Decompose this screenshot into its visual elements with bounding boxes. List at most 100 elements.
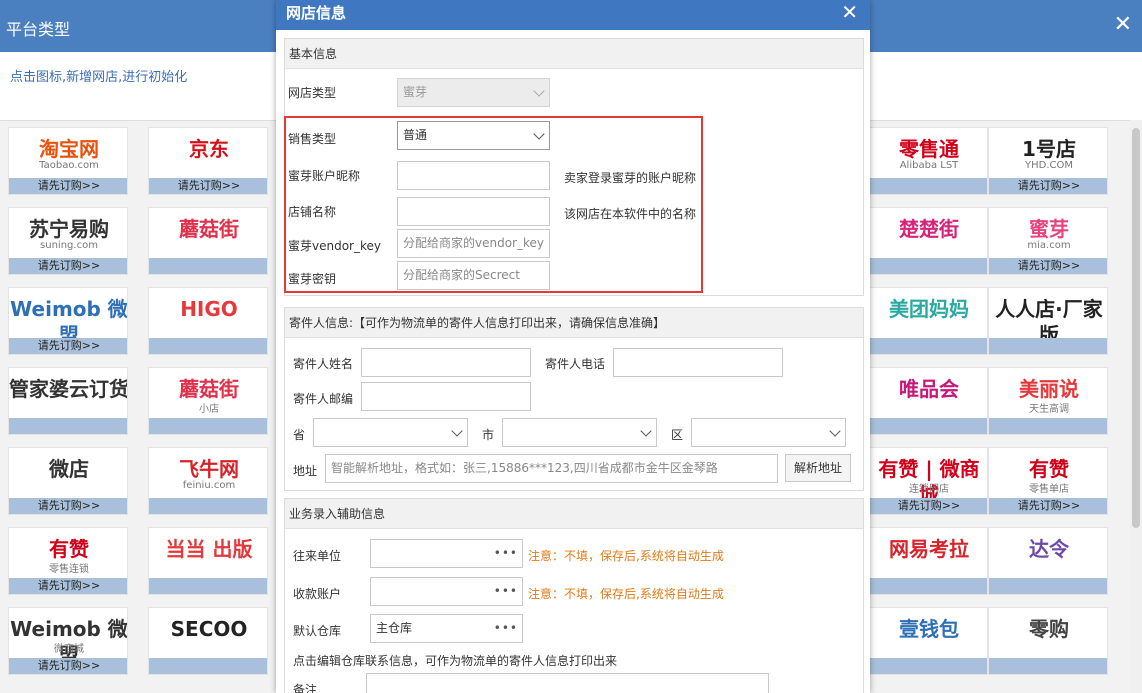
platform-tile-meituanmama[interactable]: 美团妈妈	[868, 287, 988, 355]
platform-logo: 达令	[1029, 537, 1069, 561]
scrollbar-thumb[interactable]	[1132, 128, 1140, 528]
order-first-bar[interactable]: 请先订购>>	[9, 258, 127, 274]
platform-tile-feiniu[interactable]: 飞牛网 feiniu.com	[148, 447, 268, 515]
platform-subtitle: Taobao.com	[39, 160, 99, 171]
order-first-bar[interactable]: 请先订购>>	[9, 498, 127, 514]
parse-address-button[interactable]: 解析地址	[785, 454, 851, 482]
order-first-bar[interactable]	[989, 338, 1107, 354]
sender-phone-input[interactable]	[613, 348, 783, 377]
platform-tile-dangdang[interactable]: 当当 出版	[148, 527, 268, 595]
platform-tile-vip[interactable]: 唯品会	[868, 367, 988, 435]
platform-tile-weimob[interactable]: Weimob 微盟 请先订购>>	[8, 287, 128, 355]
platform-tile-alibaba-lst[interactable]: 零售通 Alibaba LST	[868, 127, 988, 195]
platform-logo: 网易考拉	[889, 537, 969, 561]
platform-tile-weidian[interactable]: 微店 请先订购>>	[8, 447, 128, 515]
order-first-bar[interactable]: 请先订购>>	[9, 338, 127, 354]
order-first-bar[interactable]	[989, 578, 1107, 594]
order-first-bar[interactable]: 请先订购>>	[989, 258, 1107, 274]
order-first-bar[interactable]	[149, 258, 267, 274]
platform-tile-renrendian[interactable]: 人人店·厂家版	[988, 287, 1108, 355]
platform-tile-youzan-retail-chain[interactable]: 有赞 零售连锁 请先订购>>	[8, 527, 128, 595]
platform-subtitle: 零售单店	[1029, 484, 1069, 495]
receipt-account-input[interactable]: •••	[370, 577, 523, 606]
platform-tile-weimob-weishangcheng[interactable]: Weimob 微盟 微商城 请先订购>>	[8, 607, 128, 675]
sender-zip-input[interactable]	[361, 382, 531, 411]
order-first-bar[interactable]	[869, 338, 987, 354]
platform-close-icon[interactable]: ✕	[1114, 14, 1132, 36]
order-first-bar[interactable]: 请先订购>>	[989, 498, 1107, 514]
platform-tile-suning[interactable]: 苏宁易购 suning.com 请先订购>>	[8, 207, 128, 275]
platform-logo: 有赞	[1029, 457, 1069, 481]
order-first-bar[interactable]	[9, 418, 127, 434]
warehouse-note[interactable]: 点击编辑仓库联系信息，可作为物流单的寄件人信息打印出来	[293, 652, 617, 669]
partner-input[interactable]: •••	[370, 539, 523, 568]
platform-scrollbar[interactable]	[1130, 120, 1142, 693]
platform-subtitle: YHD.COM	[1025, 160, 1073, 171]
platform-tile-mogujie-xiaodian[interactable]: 蘑菇街 小店	[148, 367, 268, 435]
order-first-bar[interactable]	[869, 658, 987, 674]
platform-logo: 美丽说	[1019, 377, 1079, 401]
platform-tile-wangyi-kaola[interactable]: 网易考拉	[868, 527, 988, 595]
platform-tile-guanjiapo[interactable]: 管家婆云订货	[8, 367, 128, 435]
order-first-bar[interactable]: 请先订购>>	[9, 658, 127, 674]
order-first-bar[interactable]: 请先订购>>	[989, 178, 1107, 194]
sender-name-input[interactable]	[361, 348, 531, 377]
platform-tile-yhd[interactable]: 1号店 YHD.COM 请先订购>>	[988, 127, 1108, 195]
platform-tile-chuchujie[interactable]: 楚楚街	[868, 207, 988, 275]
more-dots-icon[interactable]: •••	[494, 615, 518, 642]
warehouse-input[interactable]: 主仓库 •••	[370, 614, 523, 643]
platform-subtitle: 连锁网店	[909, 484, 949, 495]
platform-tile-youzan-retail-single[interactable]: 有赞零售单店请先订购>>	[988, 447, 1108, 515]
chevron-down-icon	[640, 425, 652, 437]
order-first-bar[interactable]	[149, 578, 267, 594]
basic-info-header: 基本信息	[285, 39, 863, 69]
business-info-header: 业务录入辅助信息	[285, 499, 863, 529]
remark-textarea[interactable]	[366, 673, 769, 693]
platform-tile-mogujie[interactable]: 蘑菇街	[148, 207, 268, 275]
platform-logo: 楚楚街	[899, 217, 959, 241]
platform-tile-secoo[interactable]: SECOO	[148, 607, 268, 675]
order-first-bar[interactable]	[989, 418, 1107, 434]
receipt-account-label: 收款账户	[293, 587, 342, 601]
city-select[interactable]	[502, 418, 657, 447]
dialog-title: 网店信息	[286, 4, 347, 22]
order-first-bar[interactable]	[869, 578, 987, 594]
platform-tile-taobao[interactable]: 淘宝网 Taobao.com 请先订购>>	[8, 127, 128, 195]
order-first-bar[interactable]	[869, 178, 987, 194]
platform-tile-meilishuo[interactable]: 美丽说 天生高调	[988, 367, 1108, 435]
remark-label: 备注	[293, 683, 318, 693]
province-select[interactable]	[313, 418, 468, 447]
platform-subtitle: 微商城	[54, 644, 84, 655]
platform-tile-linggou[interactable]: 零购	[988, 607, 1108, 675]
platform-tile-higo[interactable]: HIGO	[148, 287, 268, 355]
platform-tile-dalin[interactable]: 达令	[988, 527, 1108, 595]
platform-tile-yiqianbao[interactable]: 壹钱包	[868, 607, 988, 675]
order-first-bar[interactable]: 请先订购>>	[9, 578, 127, 594]
platform-tile-youzan-weishangcheng[interactable]: 有赞 | 微商城 连锁网店 请先订购>>	[868, 447, 988, 515]
platform-logo: 壹钱包	[899, 617, 959, 641]
platform-logo: SECOO	[170, 617, 248, 641]
order-first-bar[interactable]	[989, 658, 1107, 674]
more-dots-icon[interactable]: •••	[494, 578, 518, 605]
platform-subtitle: mia.com	[1027, 240, 1071, 251]
order-first-bar[interactable]	[869, 258, 987, 274]
platform-logo: 零售通	[899, 137, 959, 161]
more-dots-icon[interactable]: •••	[494, 540, 518, 567]
chevron-down-icon	[533, 85, 545, 97]
order-first-bar[interactable]	[149, 658, 267, 674]
dialog-close-icon[interactable]: ✕	[841, 1, 858, 23]
order-first-bar[interactable]	[149, 338, 267, 354]
platform-tile-jd[interactable]: 京东 请先订购>>	[148, 127, 268, 195]
order-first-bar[interactable]: 请先订购>>	[869, 498, 987, 514]
order-first-bar[interactable]	[149, 418, 267, 434]
order-first-bar[interactable]	[149, 498, 267, 514]
platform-logo: 当当 出版	[165, 537, 253, 561]
order-first-bar[interactable]: 请先订购>>	[9, 178, 127, 194]
order-first-bar[interactable]: 请先订购>>	[149, 178, 267, 194]
district-label: 区	[671, 428, 684, 442]
platform-tile-mia[interactable]: 蜜芽 mia.com 请先订购>>	[988, 207, 1108, 275]
address-input[interactable]: 智能解析地址，格式如：张三,15886***123,四川省成都市金牛区金琴路	[325, 454, 778, 483]
platform-logo: 飞牛网	[179, 457, 239, 481]
order-first-bar[interactable]	[869, 418, 987, 434]
district-select[interactable]	[691, 418, 846, 447]
